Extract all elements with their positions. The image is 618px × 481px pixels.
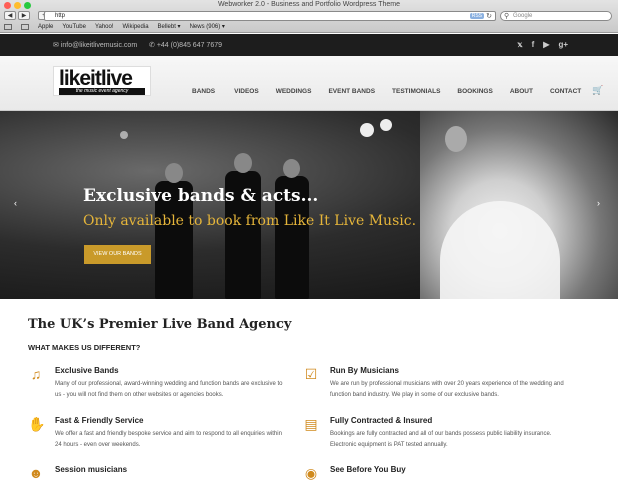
band-member-head — [165, 163, 183, 183]
stage-light — [380, 119, 392, 131]
twitter-icon[interactable]: 𝕩 — [517, 40, 522, 49]
bookmark-item[interactable]: YouTube — [62, 24, 86, 30]
feature-title: Exclusive Bands — [55, 366, 119, 375]
contact-bar: ✉ info@likeitlivemusic.com ✆ +44 (0)845 … — [0, 34, 618, 56]
nav-item-bookings[interactable]: BOOKINGS — [457, 88, 492, 96]
bookmark-item[interactable]: Apple — [38, 24, 53, 30]
site-logo[interactable]: likeitlive the music event agency — [53, 66, 151, 96]
google-plus-icon[interactable]: g+ — [558, 40, 568, 49]
bookmark-item[interactable]: News (906) ▾ — [190, 23, 225, 30]
email-link[interactable]: ✉ info@likeitlivemusic.com — [53, 41, 137, 49]
youtube-icon[interactable]: ▶ — [543, 40, 549, 49]
site-header: likeitlive the music event agency — [0, 56, 618, 111]
phone-text: +44 (0)845 647 7679 — [156, 42, 223, 49]
forward-button[interactable]: ▶ — [18, 11, 30, 20]
people-icon: ☻ — [28, 465, 44, 481]
cart-icon[interactable]: 🛒 — [592, 85, 603, 96]
search-icon: ⚲ — [504, 13, 510, 20]
bookmarks-bar: Apple YouTube Yahoo! Wikipedia Bellebt ▾… — [4, 23, 225, 30]
hero-headline: Exclusive bands & acts... — [83, 186, 319, 206]
logo-tagline: the music event agency — [59, 88, 145, 95]
thumbs-up-icon: ✋ — [28, 416, 46, 432]
nav-item-contact[interactable]: CONTACT — [550, 88, 581, 96]
search-field[interactable]: ⚲ Google — [500, 11, 612, 21]
nav-item-testimonials[interactable]: TESTIMONIALS — [392, 88, 440, 96]
slider-next-icon[interactable]: › — [597, 198, 600, 208]
search-placeholder: Google — [513, 13, 533, 19]
main-content: The UK’s Premier Live Band Agency WHAT M… — [0, 299, 618, 481]
feature-title: See Before You Buy — [330, 465, 406, 474]
stage-light — [360, 123, 374, 137]
bookmark-item[interactable]: Yahoo! — [95, 24, 114, 30]
nav-item-weddings[interactable]: WEDDINGS — [276, 88, 312, 96]
nav-item-event-bands[interactable]: EVENT BANDS — [328, 88, 375, 96]
nav-item-videos[interactable]: VIDEOS — [234, 88, 259, 96]
eye-icon: ◉ — [304, 465, 318, 481]
bookmark-item[interactable]: Bellebt ▾ — [158, 23, 181, 30]
feature-title: Session musicians — [55, 465, 128, 474]
feature-text: We offer a fast and friendly bespoke ser… — [55, 431, 282, 448]
nav-item-bands[interactable]: BANDS — [192, 88, 215, 96]
feature-text: Many of our professional, award-winning … — [55, 381, 283, 398]
rss-icon[interactable]: RSS — [469, 13, 484, 19]
band-member-head — [234, 153, 252, 173]
checkbox-icon: ☑ — [304, 366, 318, 382]
address-bar[interactable]: http RSS ↻ — [44, 11, 496, 21]
facebook-icon[interactable]: f — [532, 40, 535, 49]
page-title: The UK’s Premier Live Band Agency — [28, 317, 292, 332]
top-sites-icon[interactable] — [21, 23, 29, 30]
feature-title: Fast & Friendly Service — [55, 416, 144, 425]
feature-text: Bookings are fully contracted and all of… — [330, 431, 552, 448]
reload-icon[interactable]: ↻ — [486, 12, 492, 21]
reading-list-icon[interactable] — [4, 23, 12, 30]
document-icon: ▤ — [304, 416, 318, 432]
window-title: Webworker 2.0 - Business and Portfolio W… — [217, 1, 401, 8]
feature-title: Fully Contracted & Insured — [330, 416, 433, 425]
social-links: 𝕩 f ▶ g+ — [517, 40, 568, 49]
groom-head — [445, 126, 467, 152]
hero-slider: Exclusive bands & acts... Only available… — [0, 111, 618, 299]
bookmark-item[interactable]: Wikipedia — [123, 24, 149, 30]
email-text: info@likeitlivemusic.com — [60, 42, 138, 49]
main-nav: BANDS VIDEOS WEDDINGS EVENT BANDS TESTIM… — [192, 85, 603, 96]
section-subtitle: WHAT MAKES US DIFFERENT? — [28, 343, 141, 352]
feature-text: We are run by professional musicians wit… — [330, 381, 564, 398]
hero-subline: Only available to book from Like It Live… — [83, 213, 417, 229]
phone-link[interactable]: ✆ +44 (0)845 647 7679 — [149, 41, 222, 49]
url-text: http — [55, 13, 66, 19]
stage-light — [120, 131, 128, 139]
view-bands-button[interactable]: VIEW OUR BANDS — [84, 245, 151, 264]
feature-title: Run By Musicians — [330, 366, 399, 375]
nav-item-about[interactable]: ABOUT — [510, 88, 533, 96]
browser-chrome: Webworker 2.0 - Business and Portfolio W… — [0, 0, 618, 33]
music-note-icon: ♫ — [30, 366, 42, 382]
slider-prev-icon[interactable]: ‹ — [14, 198, 17, 208]
band-member-head — [283, 159, 300, 178]
back-button[interactable]: ◀ — [4, 11, 16, 20]
